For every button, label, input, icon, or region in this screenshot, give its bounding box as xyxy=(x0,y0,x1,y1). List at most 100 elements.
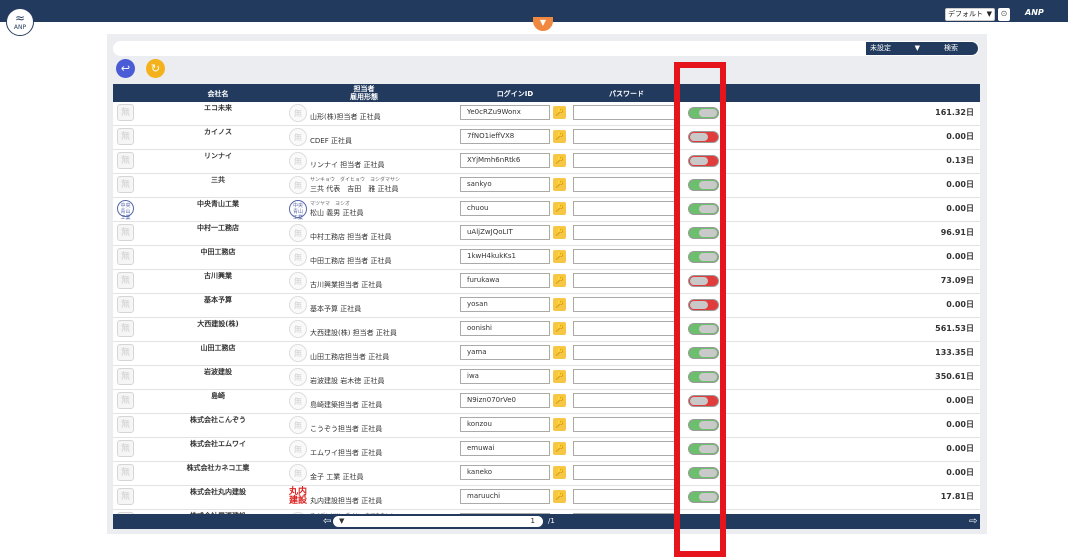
key-icon[interactable]: 🔑 xyxy=(553,466,566,479)
login-id-field[interactable]: kaneko xyxy=(460,465,550,480)
prev-page-arrow-icon[interactable]: ⇦ xyxy=(323,514,331,529)
key-icon[interactable]: 🔑 xyxy=(553,394,566,407)
password-field[interactable] xyxy=(573,249,680,264)
table-row: 無 中村一工務店 無 中村工務店 担当者 正社員 uAljZwJQoLIT 🔑 … xyxy=(113,222,980,246)
person-name: 山形(株)担当者 正社員 xyxy=(310,113,381,121)
company-seal-icon: 無 xyxy=(117,368,134,385)
login-id-field[interactable]: uAljZwJQoLIT xyxy=(460,225,550,240)
key-icon[interactable]: 🔑 xyxy=(553,346,566,359)
password-field[interactable] xyxy=(573,297,680,312)
person-name: こうぞう担当者 正社員 xyxy=(310,425,383,433)
password-field[interactable] xyxy=(573,489,680,504)
company-name: 山田工務店 xyxy=(200,344,236,352)
app-logo[interactable]: ≈ ANP xyxy=(6,8,34,36)
company-name: エコ未来 xyxy=(204,104,232,112)
person-name: 古川興業担当者 正社員 xyxy=(310,281,383,289)
amount-value: 0.00日 xyxy=(946,180,974,189)
search-button[interactable]: 検索 xyxy=(924,42,978,55)
login-id-field[interactable]: N9izn070rVe0 xyxy=(460,393,550,408)
table-row: 無 株式会社エムワイ 無 エムワイ担当者 正社員 emuwai 🔑 0.00日 xyxy=(113,438,980,462)
company-name: リンナイ xyxy=(204,152,232,160)
company-seal-icon: 無 xyxy=(117,128,134,145)
company-name: 中村一工務店 xyxy=(197,224,239,232)
company-seal-icon: 無 xyxy=(117,272,134,289)
password-field[interactable] xyxy=(573,369,680,384)
key-icon[interactable]: 🔑 xyxy=(553,106,566,119)
amount-value: 133.35日 xyxy=(935,348,974,357)
key-icon[interactable]: 🔑 xyxy=(553,322,566,335)
key-icon[interactable]: 🔑 xyxy=(553,274,566,287)
password-field[interactable] xyxy=(573,177,680,192)
company-seal-icon: 無 xyxy=(117,488,134,505)
password-field[interactable] xyxy=(573,225,680,240)
top-action-button[interactable]: ⊙ xyxy=(998,8,1010,21)
profile-select[interactable]: デフォルト ▼ xyxy=(945,8,995,21)
password-field[interactable] xyxy=(573,153,680,168)
login-id-field[interactable]: Ye0cRZu9Wonx xyxy=(460,105,550,120)
header-company: 会社名 xyxy=(207,90,229,98)
person-name: リンナイ 担当者 正社員 xyxy=(310,161,385,169)
login-id-field[interactable]: maruuchi xyxy=(460,489,550,504)
password-field[interactable] xyxy=(573,273,680,288)
total-pages: /1 xyxy=(548,517,555,525)
key-icon[interactable]: 🔑 xyxy=(553,202,566,215)
amount-value: 17.81日 xyxy=(940,492,974,501)
login-id-field[interactable]: oonishi xyxy=(460,321,550,336)
login-id-field[interactable]: iwa xyxy=(460,369,550,384)
company-seal-icon: 無 xyxy=(117,224,134,241)
login-id-field[interactable]: 1kwH4kukKs1 xyxy=(460,249,550,264)
login-id-field[interactable]: yosan xyxy=(460,297,550,312)
login-id-field[interactable]: emuwai xyxy=(460,441,550,456)
filter-select[interactable]: 未設定 ▼ xyxy=(866,42,924,55)
current-page: 1 xyxy=(530,517,535,525)
key-icon[interactable]: 🔑 xyxy=(553,418,566,431)
person-placeholder-icon: 無 xyxy=(289,272,307,290)
search-input[interactable] xyxy=(113,41,979,56)
key-icon[interactable]: 🔑 xyxy=(553,370,566,383)
password-field[interactable] xyxy=(573,441,680,456)
amount-value: 161.32日 xyxy=(935,108,974,117)
table-row: 無 基本予算 無 基本予算 正社員 yosan 🔑 0.00日 xyxy=(113,294,980,318)
password-field[interactable] xyxy=(573,417,680,432)
key-icon[interactable]: 🔑 xyxy=(553,490,566,503)
password-field[interactable] xyxy=(573,465,680,480)
table-row: 無 株式会社こんぞう 無 こうぞう担当者 正社員 konzou 🔑 0.00日 xyxy=(113,414,980,438)
login-id-field[interactable]: XYjMmh6nRtk6 xyxy=(460,153,550,168)
login-id-field[interactable]: furukawa xyxy=(460,273,550,288)
login-id-field[interactable]: sankyo xyxy=(460,177,550,192)
table-row: 中央 青山 工業 中央青山工業 中央 青山 工業 マツヤマ ヨシオ 松山 義男 正社員 … xyxy=(113,198,980,222)
password-field[interactable] xyxy=(573,105,680,120)
password-field[interactable] xyxy=(573,393,680,408)
person-placeholder-icon: 無 xyxy=(289,344,307,362)
page-select[interactable]: ▼ 1 xyxy=(333,516,543,527)
refresh-button[interactable]: ↻ xyxy=(146,59,165,78)
back-button[interactable]: ↩ xyxy=(116,59,135,78)
password-field[interactable] xyxy=(573,345,680,360)
person-name: 中田工務店 担当者 正社員 xyxy=(310,257,392,265)
password-field[interactable] xyxy=(573,321,680,336)
person-name: 大西建設(株) 担当者 正社員 xyxy=(310,329,397,337)
chevron-down-icon: ▼ xyxy=(986,10,992,18)
table-row: 無 岩波建設 無 岩波建設 岩木徳 正社員 iwa 🔑 350.61日 xyxy=(113,366,980,390)
company-name: 株式会社エムワイ xyxy=(190,440,246,448)
key-icon[interactable]: 🔑 xyxy=(553,298,566,311)
login-id-field[interactable]: yama xyxy=(460,345,550,360)
key-icon[interactable]: 🔑 xyxy=(553,154,566,167)
table-row: 無 リンナイ 無 リンナイ 担当者 正社員 XYjMmh6nRtk6 🔑 0.1… xyxy=(113,150,980,174)
company-seal-icon: 無 xyxy=(117,392,134,409)
table-row: 無 三共 無 サンキョウ ダイヒョウ ヨシダマサシ 三共 代表 吉田 雅 正社員… xyxy=(113,174,980,198)
key-icon[interactable]: 🔑 xyxy=(553,130,566,143)
key-icon[interactable]: 🔑 xyxy=(553,250,566,263)
key-icon[interactable]: 🔑 xyxy=(553,442,566,455)
login-id-field[interactable]: 7fNO1ieffVX8 xyxy=(460,129,550,144)
collapse-toggle-button[interactable]: ▼ xyxy=(533,17,553,31)
login-id-field[interactable]: chuou xyxy=(460,201,550,216)
login-id-field[interactable]: konzou xyxy=(460,417,550,432)
person-placeholder-icon: 無 xyxy=(289,104,307,122)
key-icon[interactable]: 🔑 xyxy=(553,226,566,239)
key-icon[interactable]: 🔑 xyxy=(553,178,566,191)
password-field[interactable] xyxy=(573,201,680,216)
person-placeholder-icon: 無 xyxy=(289,368,307,386)
password-field[interactable] xyxy=(573,129,680,144)
next-page-arrow-icon[interactable]: ⇨ xyxy=(969,514,977,529)
